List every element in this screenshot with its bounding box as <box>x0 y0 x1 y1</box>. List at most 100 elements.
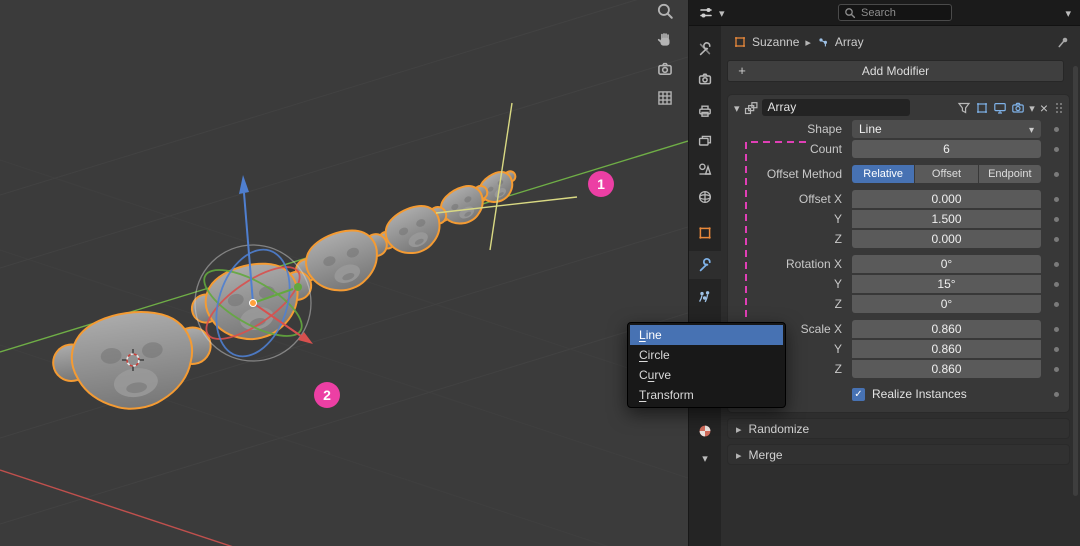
breadcrumb-object-name[interactable]: Suzanne <box>752 35 799 49</box>
viewport-display-toggle-icon[interactable] <box>993 101 1007 115</box>
tool-icon <box>697 41 713 57</box>
pan-hand-icon[interactable] <box>656 31 674 49</box>
zoom-icon[interactable] <box>656 2 674 20</box>
decorate-dot[interactable] <box>1054 347 1059 352</box>
tab-modifiers[interactable] <box>689 251 721 279</box>
edit-mode-toggle-icon[interactable] <box>975 101 989 115</box>
decorate-dot[interactable] <box>1054 237 1059 242</box>
count-field[interactable]: 6 <box>852 140 1041 158</box>
menu-item-curve[interactable]: Curve <box>630 365 783 385</box>
camera-view-icon[interactable] <box>656 60 674 78</box>
viewport-nav-strip <box>656 0 674 107</box>
chevron-down-icon <box>702 449 708 467</box>
merge-subpanel-header[interactable]: Merge <box>727 444 1070 465</box>
scale-z-field[interactable]: 0.860 <box>852 360 1041 378</box>
tab-output[interactable] <box>689 97 721 125</box>
decorate-dot[interactable] <box>1054 282 1059 287</box>
orthographic-grid-icon[interactable] <box>656 89 674 107</box>
3d-viewport[interactable] <box>0 0 688 546</box>
offset-y-field[interactable]: 1.500 <box>852 210 1041 228</box>
search-placeholder: Search <box>861 7 896 19</box>
rotation-x-field[interactable]: 0° <box>852 255 1041 273</box>
scene-icon <box>697 161 713 177</box>
offset-x-field[interactable]: 0.000 <box>852 190 1041 208</box>
offset-z-row: Z 0.000 <box>734 230 1063 248</box>
extras-chevron-icon[interactable] <box>1029 99 1035 117</box>
tab-view-layer[interactable] <box>689 127 721 155</box>
tab-scene[interactable] <box>689 155 721 183</box>
scale-y-field[interactable]: 0.860 <box>852 340 1041 358</box>
offset-x-label: Offset X <box>734 192 852 206</box>
rotation-z-field[interactable]: 0° <box>852 295 1041 313</box>
decorate-dot[interactable] <box>1054 302 1059 307</box>
randomize-label: Randomize <box>749 422 810 436</box>
breadcrumb-modifier-name[interactable]: Array <box>835 35 864 49</box>
wrench-icon <box>697 257 713 273</box>
offset-x-row: Offset X 0.000 <box>734 190 1063 208</box>
x-axis-line-red <box>0 470 688 546</box>
decorate-dot[interactable] <box>1054 147 1059 152</box>
tab-render[interactable] <box>689 65 721 93</box>
drag-handle[interactable] <box>1055 102 1063 114</box>
add-modifier-button[interactable]: Add Modifier <box>727 60 1064 82</box>
rotation-y-label: Y <box>734 277 852 291</box>
decorate-dot[interactable] <box>1054 172 1059 177</box>
material-sphere-icon <box>697 423 713 439</box>
offset-method-segmented: Relative Offset Endpoint <box>852 165 1041 183</box>
editor-type-chevron-icon[interactable] <box>719 4 725 22</box>
properties-content: Suzanne Array Add Modifier <box>721 26 1080 546</box>
realize-instances-checkbox[interactable] <box>852 388 865 401</box>
rotation-x-label: Rotation X <box>734 257 852 271</box>
decorate-dot[interactable] <box>1054 327 1059 332</box>
count-label: Count <box>734 142 852 156</box>
randomize-subpanel-header[interactable]: Randomize <box>727 418 1070 439</box>
annotation-badge-2: 2 <box>314 382 340 408</box>
pin-icon[interactable] <box>1056 35 1070 49</box>
offset-method-endpoint-button[interactable]: Endpoint <box>979 165 1041 183</box>
offset-method-offset-button[interactable]: Offset <box>915 165 977 183</box>
offset-method-relative-button[interactable]: Relative <box>852 165 914 183</box>
header-options-chevron-icon[interactable] <box>1065 4 1071 22</box>
modifier-panel-header: Array <box>728 95 1069 120</box>
rotation-y-field[interactable]: 15° <box>852 275 1041 293</box>
tab-particles[interactable] <box>689 283 721 311</box>
decorate-dot[interactable] <box>1054 127 1059 132</box>
tab-world[interactable] <box>689 183 721 211</box>
menu-item-line[interactable]: Line <box>630 325 783 345</box>
rotation-z-label: Z <box>734 297 852 311</box>
scale-x-field[interactable]: 0.860 <box>852 320 1041 338</box>
offset-z-field[interactable]: 0.000 <box>852 230 1041 248</box>
annotation-badge-1: 1 <box>588 171 614 197</box>
decorate-dot[interactable] <box>1054 392 1059 397</box>
tab-tool[interactable] <box>689 35 721 63</box>
object-icon <box>734 36 746 48</box>
render-display-toggle-icon[interactable] <box>1011 101 1025 115</box>
shape-dropdown[interactable]: Line <box>852 120 1041 138</box>
offset-method-label: Offset Method <box>734 167 852 181</box>
decorate-dot[interactable] <box>1054 217 1059 222</box>
decorate-dot[interactable] <box>1054 367 1059 372</box>
printer-icon <box>697 103 713 119</box>
expand-chevron-icon[interactable] <box>734 99 740 117</box>
search-icon <box>844 7 856 19</box>
properties-editor-type-icon[interactable] <box>698 5 714 21</box>
tab-object[interactable] <box>689 219 721 247</box>
properties-scrollbar[interactable] <box>1073 66 1078 496</box>
array-modifier-icon <box>744 101 758 115</box>
tab-material[interactable] <box>689 417 721 445</box>
suzanne-instance-1[interactable] <box>48 302 218 419</box>
search-input[interactable]: Search <box>838 4 952 21</box>
offset-y-row: Y 1.500 <box>734 210 1063 228</box>
decorate-dot[interactable] <box>1054 262 1059 267</box>
menu-item-circle[interactable]: Circle <box>630 345 783 365</box>
viewport-scene[interactable] <box>0 0 688 546</box>
menu-item-transform[interactable]: Transform <box>630 385 783 405</box>
decorate-dot[interactable] <box>1054 197 1059 202</box>
delete-modifier-icon[interactable] <box>1039 101 1049 115</box>
chevron-right-icon <box>736 446 742 464</box>
properties-header: Search <box>689 0 1080 26</box>
modifier-name-field[interactable]: Array <box>762 99 910 116</box>
filter-funnel-icon[interactable] <box>957 101 971 115</box>
chevron-right-icon <box>805 35 811 49</box>
tab-strip-scroll-chevron[interactable] <box>689 450 721 466</box>
